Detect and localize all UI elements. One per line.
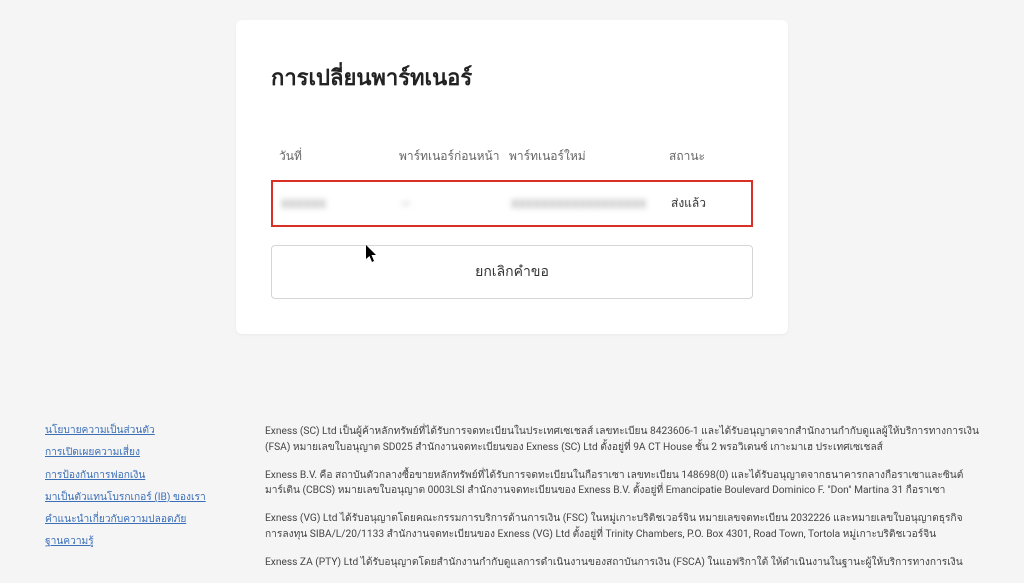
legal-para-4: Exness ZA (PTY) Ltd ได้รับอนุญาตโดยสำนัก… [265, 555, 979, 571]
col-header-date: วันที่ [279, 147, 399, 166]
footer-link-privacy[interactable]: นโยบายความเป็นส่วนตัว [45, 424, 217, 438]
table-header-row: วันที่ พาร์ทเนอร์ก่อนหน้า พาร์ทเนอร์ใหม่… [271, 147, 753, 166]
page-footer: นโยบายความเป็นส่วนตัว การเปิดเผยความเสี่… [0, 402, 1024, 583]
partner-change-card: การเปลี่ยนพาร์ทเนอร์ วันที่ พาร์ทเนอร์ก่… [236, 20, 788, 334]
legal-para-3: Exness (VG) Ltd ได้รับอนุญาตโดยคณะกรรมกา… [265, 511, 979, 543]
row-prev: — [401, 197, 511, 211]
footer-link-security[interactable]: คำแนะนำเกี่ยวกับความปลอดภัย [45, 513, 217, 527]
col-header-prev: พาร์ทเนอร์ก่อนหน้า [399, 147, 509, 166]
col-header-new: พาร์ทเนอร์ใหม่ [509, 147, 669, 166]
card-title: การเปลี่ยนพาร์ทเนอร์ [271, 60, 753, 95]
footer-legal-text: Exness (SC) Ltd เป็นผู้ค้าหลักทรัพย์ที่ไ… [265, 424, 979, 583]
footer-links: นโยบายความเป็นส่วนตัว การเปิดเผยความเสี่… [45, 424, 217, 583]
cancel-request-button[interactable]: ยกเลิกคำขอ [271, 245, 753, 299]
footer-link-risk[interactable]: การเปิดเผยความเสี่ยง [45, 446, 217, 460]
legal-para-2: Exness B.V. คือ สถาบันตัวกลางซื้อขายหลัก… [265, 468, 979, 500]
row-status: ส่งแล้ว [671, 194, 743, 213]
legal-para-1: Exness (SC) Ltd เป็นผู้ค้าหลักทรัพย์ที่ไ… [265, 424, 979, 456]
col-header-status: สถานะ [669, 147, 745, 166]
request-row[interactable]: XXXXXX — XXXXXXXXXXXXXXXXXX ส่งแล้ว [271, 180, 753, 227]
row-date: XXXXXX [281, 197, 401, 211]
row-new: XXXXXXXXXXXXXXXXXX [511, 197, 671, 211]
footer-link-aml[interactable]: การป้องกันการฟอกเงิน [45, 469, 217, 483]
footer-link-ib[interactable]: มาเป็นตัวแทนโบรกเกอร์ (IB) ของเรา [45, 491, 217, 505]
footer-link-kb[interactable]: ฐานความรู้ [45, 535, 217, 549]
